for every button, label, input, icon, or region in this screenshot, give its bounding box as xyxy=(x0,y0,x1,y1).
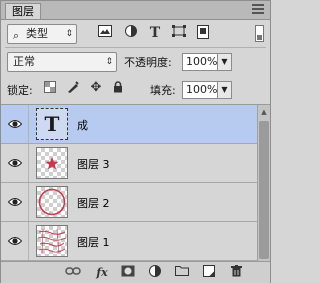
image-filter-icon[interactable] xyxy=(97,25,113,41)
layer-name[interactable]: 图层 1 xyxy=(77,234,110,250)
blend-mode-select[interactable]: 正常 ⇕ xyxy=(7,52,117,72)
lock-all-icon[interactable] xyxy=(111,81,125,95)
panel-menu-icon[interactable] xyxy=(252,4,264,16)
visibility-cell[interactable] xyxy=(1,105,29,143)
layer-mask-icon[interactable] xyxy=(120,265,136,280)
scroll-thumb[interactable] xyxy=(259,121,269,259)
visibility-cell[interactable] xyxy=(1,144,29,182)
layer-row[interactable]: 图层 2 xyxy=(1,183,257,222)
scroll-up-arrow-icon[interactable]: ▲ xyxy=(259,107,269,117)
new-layer-icon[interactable] xyxy=(201,265,217,280)
adjustment-layer-icon[interactable] xyxy=(147,265,163,280)
trash-icon[interactable] xyxy=(228,265,244,280)
filter-row: ⌕ 类型 ⇕ T xyxy=(1,21,270,47)
shape-filter-icon[interactable] xyxy=(171,25,187,41)
stepper-arrows-icon: ⇕ xyxy=(65,29,73,39)
circle-thumbnail-icon xyxy=(38,188,66,216)
eye-icon[interactable] xyxy=(8,235,22,247)
eye-icon[interactable] xyxy=(8,157,22,169)
adjustment-filter-icon[interactable] xyxy=(123,25,139,41)
star-thumbnail-icon xyxy=(45,157,59,170)
type-filter-icon[interactable]: T xyxy=(147,25,163,41)
layer-thumbnail[interactable] xyxy=(36,225,68,257)
lock-position-icon[interactable]: ✥ xyxy=(89,81,103,95)
opacity-label: 不透明度: xyxy=(124,56,172,69)
visibility-cell[interactable] xyxy=(1,222,29,260)
layer-name[interactable]: 成 xyxy=(77,117,88,133)
layer-thumbnail[interactable] xyxy=(36,147,68,179)
panel-titlebar: 图层 xyxy=(1,1,270,20)
opacity-input[interactable]: 100% xyxy=(182,53,218,71)
layer-row[interactable]: 图层 1 xyxy=(1,222,257,261)
smart-object-filter-icon[interactable] xyxy=(195,25,211,41)
search-icon: ⌕ xyxy=(13,29,20,42)
layers-scrollbar[interactable]: ▲ xyxy=(257,105,270,261)
layer-name[interactable]: 图层 2 xyxy=(77,195,110,211)
text-layer-thumbnail[interactable]: T xyxy=(36,108,68,140)
stamp-texture-thumbnail-icon xyxy=(37,228,67,254)
fx-icon[interactable]: fx xyxy=(94,265,110,280)
stepper-arrows-icon: ⇕ xyxy=(105,57,113,67)
lock-image-pixels-icon[interactable] xyxy=(66,81,80,95)
link-layers-icon[interactable] xyxy=(65,265,81,280)
divider xyxy=(5,47,266,48)
fill-dropdown-button[interactable]: ▼ xyxy=(218,81,232,99)
layer-row[interactable]: 图层 3 xyxy=(1,144,257,183)
lock-transparent-pixels-icon[interactable] xyxy=(43,81,57,95)
fill-label: 填充: xyxy=(150,84,176,97)
lock-label: 锁定: xyxy=(7,84,33,97)
filter-kind-label: 类型 xyxy=(26,27,48,40)
bottom-toolbar: fx xyxy=(1,261,270,283)
blend-row: 正常 ⇕ 不透明度: 100% ▼ xyxy=(1,50,270,74)
filter-toggle-switch[interactable] xyxy=(255,25,264,42)
layer-row[interactable]: T 成 xyxy=(1,105,257,144)
tab-layers[interactable]: 图层 xyxy=(5,3,41,19)
blend-mode-value: 正常 xyxy=(13,55,35,68)
eye-icon[interactable] xyxy=(8,118,22,130)
layers-list: T 成 图层 3 图层 2 图层 1 ▲ xyxy=(1,104,270,261)
layers-panel: 图层 ⌕ 类型 ⇕ T 正常 ⇕ 不透明度: 100% ▼ 锁定: ✥ 填充: … xyxy=(0,0,271,283)
opacity-dropdown-button[interactable]: ▼ xyxy=(218,53,232,71)
lock-row: 锁定: ✥ 填充: 100% ▼ xyxy=(1,78,270,100)
folder-icon[interactable] xyxy=(174,265,190,280)
layer-name[interactable]: 图层 3 xyxy=(77,156,110,172)
filter-kind-select[interactable]: ⌕ 类型 ⇕ xyxy=(7,24,77,44)
eye-icon[interactable] xyxy=(8,196,22,208)
fill-input[interactable]: 100% xyxy=(182,81,218,99)
layer-thumbnail[interactable] xyxy=(36,186,68,218)
visibility-cell[interactable] xyxy=(1,183,29,221)
